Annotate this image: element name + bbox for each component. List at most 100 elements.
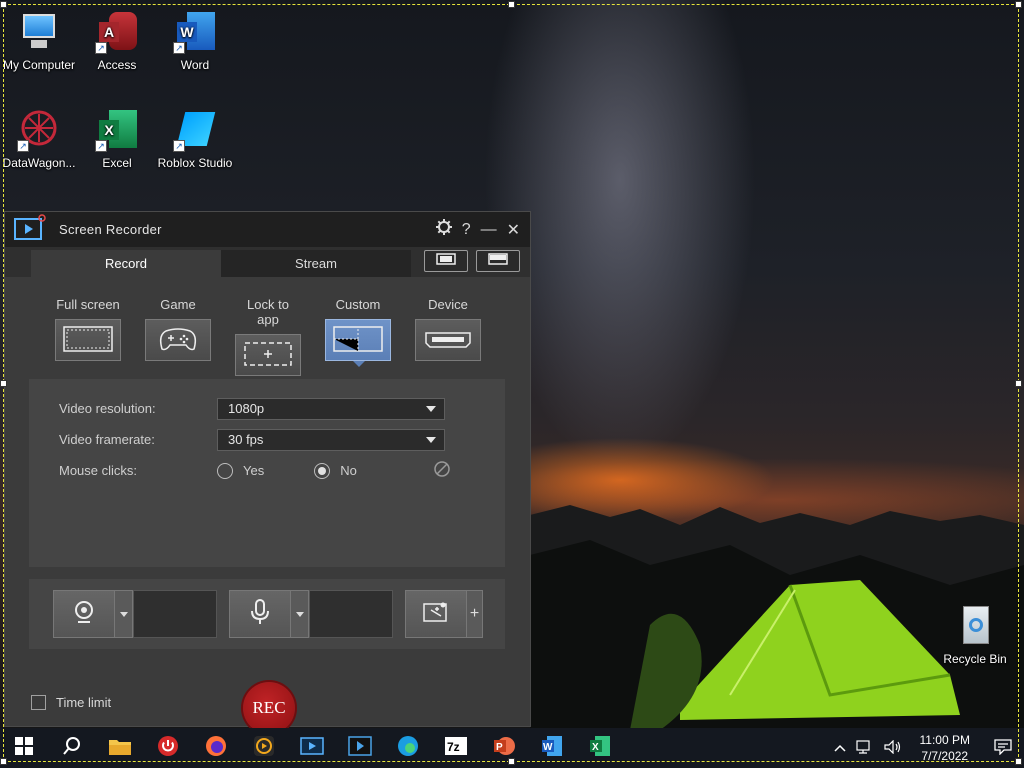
full-view-button[interactable] bbox=[424, 250, 468, 272]
mode-label: Custom bbox=[335, 297, 381, 312]
rec-button[interactable]: REC bbox=[243, 682, 295, 734]
chevron-down-icon bbox=[426, 436, 436, 443]
bottom-bar: Time limit REC bbox=[5, 657, 530, 734]
desktop-icon-recycle-bin[interactable]: Recycle Bin bbox=[936, 604, 1014, 666]
start-button[interactable] bbox=[0, 728, 48, 768]
minimize-icon[interactable]: — bbox=[481, 221, 497, 239]
gear-icon[interactable] bbox=[435, 219, 452, 240]
gamepad-icon bbox=[158, 325, 198, 356]
network-icon[interactable] bbox=[855, 739, 874, 757]
desktop-icon-word[interactable]: W ↗ Word bbox=[156, 10, 234, 72]
start-icon bbox=[15, 736, 33, 760]
desktop-icon-label: My Computer bbox=[2, 58, 76, 72]
effects-icon bbox=[423, 601, 449, 628]
desktop-icon-label: Word bbox=[180, 58, 210, 72]
mode-device[interactable]: Device bbox=[415, 297, 481, 376]
mode-lock-to-app[interactable]: Lock to app bbox=[235, 297, 301, 376]
selection-handle[interactable] bbox=[508, 758, 515, 765]
taskbar-firefox[interactable] bbox=[192, 728, 240, 768]
desktop-icon-label: Access bbox=[97, 58, 137, 72]
svg-text:P: P bbox=[496, 742, 503, 753]
mode-label: Device bbox=[428, 297, 468, 312]
microphone-dropdown[interactable] bbox=[291, 590, 309, 638]
taskbar-7zip[interactable]: 7z bbox=[432, 728, 480, 768]
webcam-preview bbox=[133, 590, 217, 638]
add-effect-button[interactable]: + bbox=[467, 590, 483, 638]
desktop-icon-my-computer[interactable]: My Computer bbox=[0, 10, 78, 72]
mode-custom[interactable]: Custom bbox=[325, 297, 391, 376]
selection-handle[interactable] bbox=[1015, 380, 1022, 387]
word-icon: W bbox=[541, 735, 563, 762]
mouse-clicks-no[interactable]: No bbox=[314, 462, 357, 479]
video-framerate-label: Video framerate: bbox=[59, 432, 155, 447]
hdmi-device-icon bbox=[422, 325, 474, 356]
screen-recorder-window: Screen Recorder ? — ✕ Record Stream Full… bbox=[4, 211, 531, 734]
selection-handle[interactable] bbox=[0, 1, 7, 8]
tab-record[interactable]: Record bbox=[31, 250, 221, 277]
help-icon[interactable]: ? bbox=[462, 221, 471, 239]
webcam-dropdown[interactable] bbox=[115, 590, 133, 638]
selection-handle[interactable] bbox=[1015, 1, 1022, 8]
taskbar-file-explorer[interactable] bbox=[96, 728, 144, 768]
7zip-icon: 7z bbox=[444, 736, 468, 761]
video-framerate-select[interactable]: 30 fps bbox=[217, 428, 445, 451]
system-tray: 11:00 PM 7/7/2022 bbox=[833, 728, 1012, 768]
taskbar-edge[interactable] bbox=[384, 728, 432, 768]
lock-to-app-button[interactable] bbox=[235, 334, 301, 376]
taskbar-excel[interactable]: X bbox=[576, 728, 624, 768]
webcam-button[interactable] bbox=[53, 590, 115, 638]
device-button[interactable] bbox=[415, 319, 481, 361]
edge-icon bbox=[397, 735, 419, 762]
chevron-up-icon[interactable] bbox=[833, 741, 846, 755]
radio-yes[interactable] bbox=[217, 462, 233, 479]
selection-handle[interactable] bbox=[1015, 758, 1022, 765]
taskbar-cyberlink[interactable] bbox=[240, 728, 288, 768]
close-icon[interactable]: ✕ bbox=[507, 220, 520, 240]
radio-yes-label: Yes bbox=[243, 463, 265, 478]
selection-handle[interactable] bbox=[508, 1, 515, 8]
desktop-icon-roblox-studio[interactable]: ↗ Roblox Studio bbox=[156, 108, 234, 170]
effects-button[interactable] bbox=[405, 590, 467, 638]
radio-no[interactable] bbox=[314, 462, 331, 479]
mode-game[interactable]: Game bbox=[145, 297, 211, 376]
compact-view-button[interactable] bbox=[476, 250, 520, 272]
desktop-icon-excel[interactable]: X ↗ Excel bbox=[78, 108, 156, 170]
volume-icon[interactable] bbox=[883, 739, 902, 757]
full-screen-button[interactable] bbox=[55, 319, 121, 361]
clock[interactable]: 11:00 PM 7/7/2022 bbox=[920, 732, 970, 764]
selection-handle[interactable] bbox=[0, 758, 7, 765]
taskbar-search[interactable] bbox=[48, 728, 96, 768]
desktop-icon-datawagon[interactable]: ↗ DataWagon... bbox=[0, 108, 78, 170]
game-button[interactable] bbox=[145, 319, 211, 361]
desktop-icon-label: Recycle Bin bbox=[943, 652, 1007, 666]
excel-icon: X ↗ bbox=[95, 108, 139, 152]
microphone-icon bbox=[250, 598, 270, 630]
mouse-clicks-yes[interactable]: Yes bbox=[217, 462, 265, 479]
mode-full-screen[interactable]: Full screen bbox=[55, 297, 121, 376]
taskbar-screen-recorder[interactable] bbox=[288, 728, 336, 768]
excel-icon: X bbox=[589, 735, 611, 762]
taskbar-powerpoint[interactable]: P bbox=[480, 728, 528, 768]
time-limit-checkbox[interactable] bbox=[31, 695, 46, 710]
disabled-icon[interactable] bbox=[433, 460, 451, 481]
microphone-button[interactable] bbox=[229, 590, 291, 638]
search-icon bbox=[63, 736, 81, 760]
datawagon-icon: ↗ bbox=[17, 108, 61, 152]
taskbar-video-editor[interactable] bbox=[336, 728, 384, 768]
svg-text:W: W bbox=[543, 742, 553, 753]
taskbar-word[interactable]: W bbox=[528, 728, 576, 768]
custom-button[interactable] bbox=[325, 319, 391, 367]
microphone-group bbox=[229, 590, 393, 638]
capture-modes: Full screen Game Lock to app Custom Devi… bbox=[5, 297, 530, 376]
video-resolution-select[interactable]: 1080p bbox=[217, 397, 445, 420]
desktop-icon-access[interactable]: A ↗ Access bbox=[78, 10, 156, 72]
taskbar-power-app[interactable] bbox=[144, 728, 192, 768]
tab-stream[interactable]: Stream bbox=[221, 250, 411, 277]
notification-icon[interactable] bbox=[994, 738, 1012, 758]
time-limit-option[interactable]: Time limit bbox=[31, 695, 111, 710]
word-icon: W ↗ bbox=[173, 10, 217, 54]
screen-recorder-icon bbox=[300, 736, 324, 761]
roblox-studio-icon: ↗ bbox=[173, 108, 217, 152]
selection-handle[interactable] bbox=[0, 380, 7, 387]
desktop-icon-label: Excel bbox=[102, 156, 132, 170]
